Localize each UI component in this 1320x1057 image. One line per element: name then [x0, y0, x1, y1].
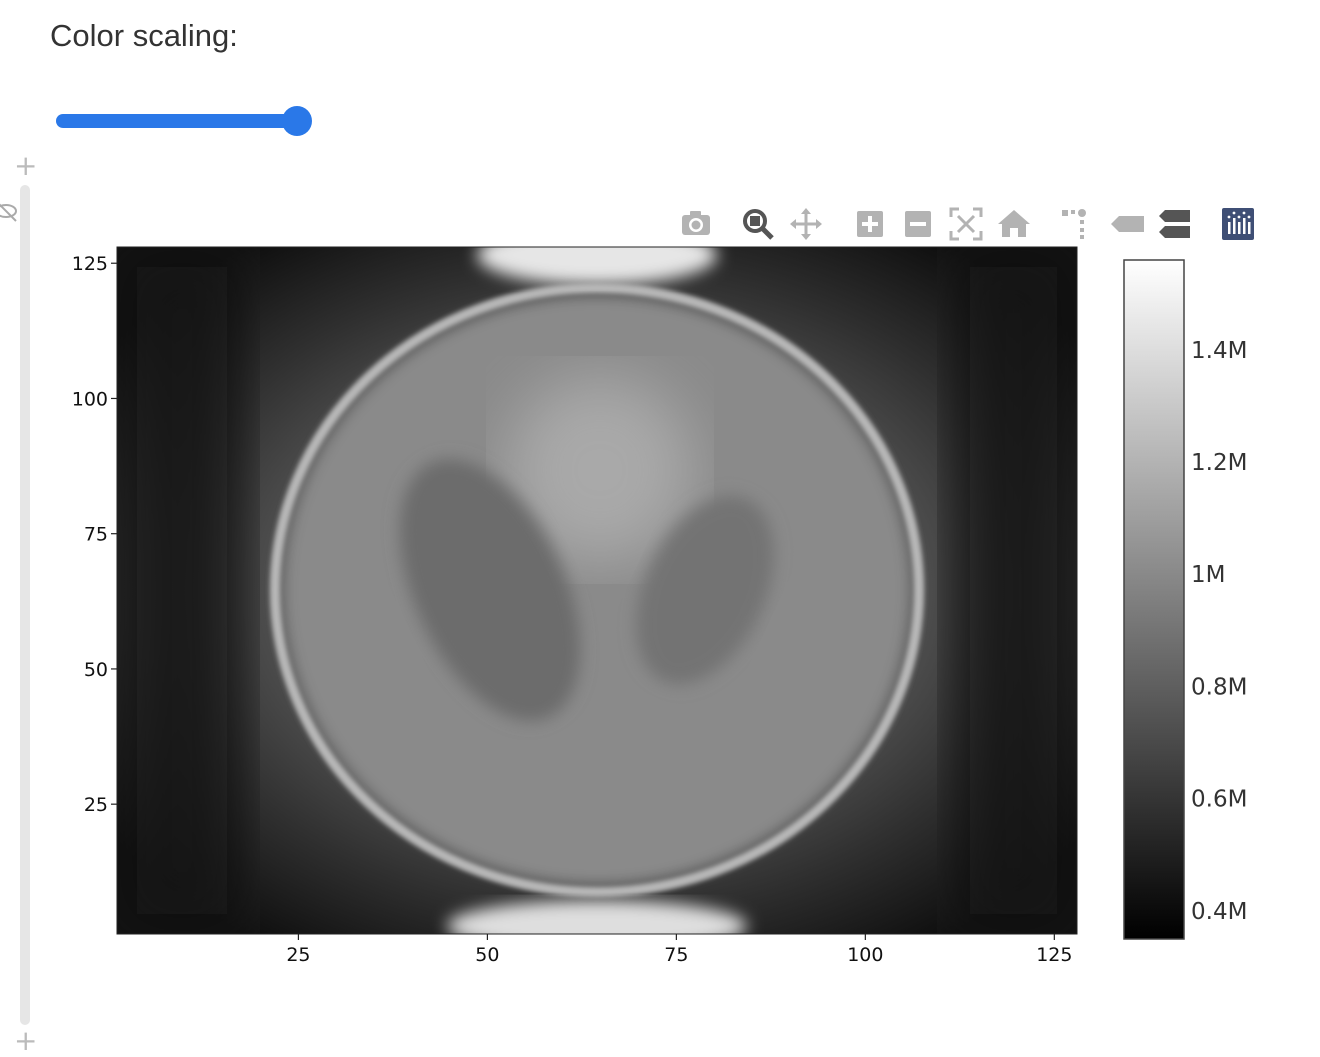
colorbar-tick-label: 1M [1191, 562, 1225, 588]
home-icon[interactable] [994, 204, 1034, 244]
colorbar-tick-label: 1.4M [1191, 338, 1247, 364]
heatmap-image[interactable] [117, 225, 1077, 952]
y-tick-label: 100 [72, 388, 108, 410]
x-tick-label: 100 [847, 944, 883, 966]
x-tick-label: 125 [1036, 944, 1072, 966]
zoom-out-icon[interactable] [898, 204, 938, 244]
hover-closest-icon[interactable] [1108, 204, 1148, 244]
pan-icon[interactable] [786, 204, 826, 244]
plotly-logo-icon[interactable] [1218, 204, 1258, 244]
x-axis: 25 50 75 100 125 [286, 934, 1072, 966]
autoscale-icon[interactable] [946, 204, 986, 244]
x-tick-label: 75 [664, 944, 688, 966]
spike-lines-icon[interactable] [1056, 204, 1096, 244]
colorbar [1123, 259, 1185, 940]
x-tick-label: 25 [286, 944, 310, 966]
hover-compare-icon[interactable] [1156, 204, 1196, 244]
zoom-icon[interactable] [738, 204, 778, 244]
y-tick-label: 75 [84, 524, 108, 546]
y-tick-label: 125 [72, 253, 108, 275]
zoom-in-icon[interactable] [850, 204, 890, 244]
heatmap-chart: 25 50 75 100 125 25 50 75 100 125 0.4M 0.6M 0.8M 1M… [72, 225, 1247, 966]
x-tick-label: 50 [475, 944, 499, 966]
colorbar-tick-label: 0.8M [1191, 674, 1247, 700]
colorbar-axis: 0.4M 0.6M 0.8M 1M 1.2M 1.4M [1191, 338, 1247, 925]
y-axis: 25 50 75 100 125 [72, 253, 117, 816]
y-tick-label: 50 [84, 659, 108, 681]
camera-icon[interactable] [676, 204, 716, 244]
colorbar-tick-label: 0.4M [1191, 899, 1247, 925]
modebar [672, 204, 1272, 244]
colorbar-tick-label: 1.2M [1191, 450, 1247, 476]
y-tick-label: 25 [84, 794, 108, 816]
colorbar-tick-label: 0.6M [1191, 787, 1247, 813]
